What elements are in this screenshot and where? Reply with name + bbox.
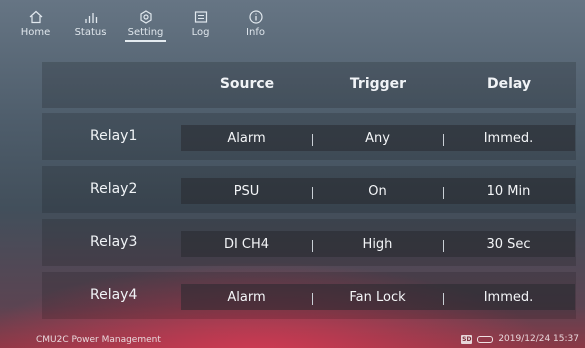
tab-status-label: Status	[74, 26, 107, 38]
delay-value[interactable]: Immed.	[443, 290, 574, 305]
source-value[interactable]: PSU	[181, 184, 312, 199]
delay-value[interactable]: 30 Sec	[443, 237, 574, 252]
delay-value[interactable]: 10 Min	[443, 184, 574, 199]
relay-name: Relay3	[90, 234, 138, 250]
column-header-delay: Delay	[486, 76, 532, 92]
relay-settings-cells: DI CH4 High 30 Sec	[181, 231, 575, 257]
tab-home-label: Home	[20, 26, 51, 38]
tab-setting[interactable]: Setting	[118, 0, 173, 46]
status-footer: CMU2C Power Management SD 2019/12/24 15:…	[0, 333, 585, 348]
tab-info-label: Info	[246, 26, 265, 38]
sd-card-icon: SD	[461, 334, 473, 344]
trigger-value[interactable]: High	[312, 237, 443, 252]
relay-name: Relay4	[90, 287, 138, 303]
bar-chart-icon	[84, 12, 97, 23]
source-value[interactable]: Alarm	[181, 290, 312, 305]
relay-settings-cells: Alarm Any Immed.	[181, 125, 575, 151]
table-header: Source Trigger Delay	[42, 62, 576, 108]
relay-name: Relay2	[90, 181, 138, 197]
trigger-value[interactable]: Any	[312, 131, 443, 146]
relay-name: Relay1	[90, 128, 138, 144]
trigger-value[interactable]: Fan Lock	[312, 290, 443, 305]
source-value[interactable]: Alarm	[181, 131, 312, 146]
relay-settings-panel: Source Trigger Delay Relay1 Alarm Any Im…	[42, 62, 576, 328]
table-row: Relay4 Alarm Fan Lock Immed.	[42, 272, 576, 319]
tab-setting-label: Setting	[127, 26, 164, 38]
gear-icon	[139, 9, 152, 24]
usb-icon	[477, 335, 494, 343]
column-header-source: Source	[219, 76, 275, 92]
tab-status[interactable]: Status	[63, 0, 118, 46]
tab-log-label: Log	[191, 26, 210, 38]
log-icon	[194, 10, 207, 23]
relay-settings-cells: PSU On 10 Min	[181, 178, 575, 204]
datetime: 2019/12/24 15:37	[498, 334, 579, 344]
tab-log[interactable]: Log	[173, 0, 228, 46]
tab-info[interactable]: Info	[228, 0, 283, 46]
table-row: Relay1 Alarm Any Immed.	[42, 113, 576, 160]
table-row: Relay2 PSU On 10 Min	[42, 166, 576, 213]
footer-status-area: SD 2019/12/24 15:37	[461, 334, 579, 344]
delay-value[interactable]: Immed.	[443, 131, 574, 146]
source-value[interactable]: DI CH4	[181, 237, 312, 252]
table-row: Relay3 DI CH4 High 30 Sec	[42, 219, 576, 266]
top-nav-bar: Home Status Setting Log Info	[0, 0, 585, 46]
trigger-value[interactable]: On	[312, 184, 443, 199]
home-icon	[29, 10, 42, 23]
device-label: CMU2C Power Management	[36, 335, 161, 345]
relay-settings-cells: Alarm Fan Lock Immed.	[181, 284, 575, 310]
column-header-trigger: Trigger	[349, 76, 407, 92]
tab-home[interactable]: Home	[8, 0, 63, 46]
info-icon	[248, 9, 263, 24]
